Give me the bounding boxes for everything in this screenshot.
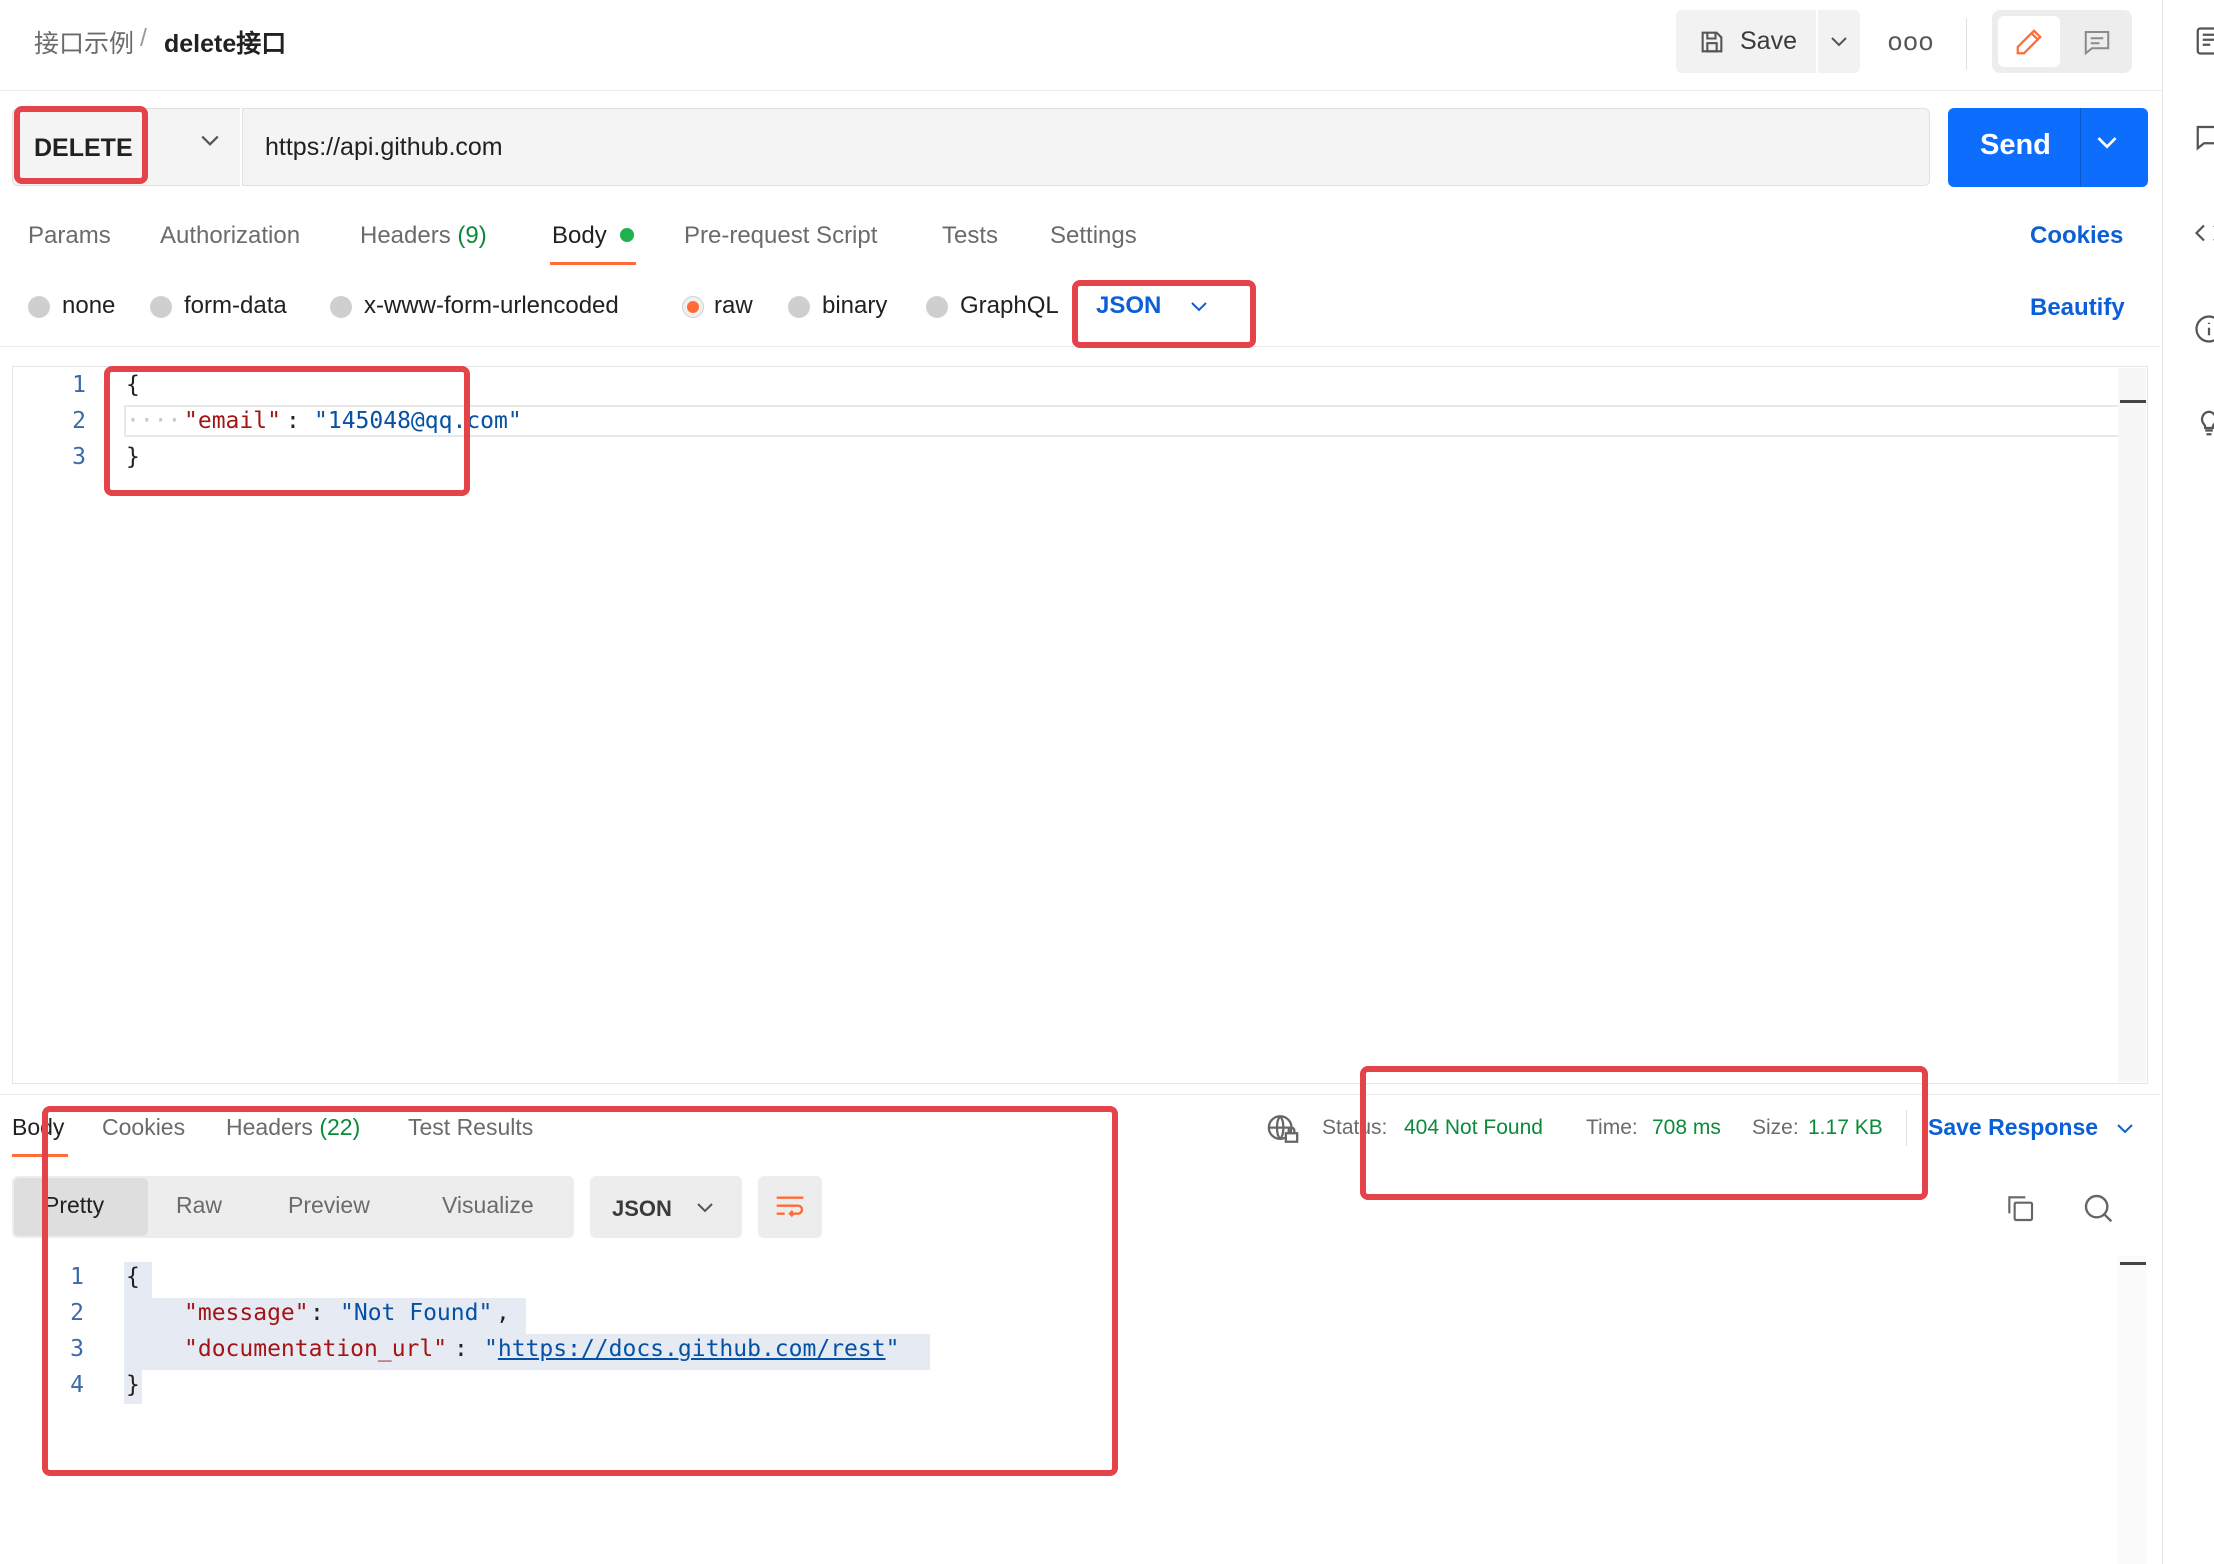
- send-split-divider: [2080, 108, 2081, 187]
- more-actions-button[interactable]: ooo: [1878, 10, 1944, 73]
- annotation-box-json-format: [1072, 280, 1256, 348]
- radio-raw-label[interactable]: raw: [714, 292, 753, 320]
- radio-raw[interactable]: [682, 296, 704, 318]
- send-label: Send: [1980, 129, 2051, 161]
- tab-settings[interactable]: Settings: [1050, 222, 1137, 250]
- cookies-link[interactable]: Cookies: [2030, 222, 2123, 250]
- tab-pre-request-script[interactable]: Pre-request Script: [684, 222, 877, 250]
- annotation-box-response-body: [42, 1106, 1118, 1476]
- breadcrumb-separator: /: [140, 24, 147, 52]
- save-response-label: Save Response: [1928, 1114, 2099, 1140]
- radio-graphql[interactable]: [926, 296, 948, 318]
- save-label: Save: [1740, 27, 1797, 55]
- code-icon[interactable]: [2194, 218, 2214, 248]
- tab-tests[interactable]: Tests: [942, 222, 998, 250]
- radio-binary-label[interactable]: binary: [822, 292, 887, 320]
- comment-mode-button[interactable]: [2066, 16, 2128, 67]
- toolbar-divider: [1966, 18, 1967, 70]
- save-dropdown-button[interactable]: [1818, 10, 1860, 73]
- breadcrumb-parent[interactable]: 接口示例: [34, 24, 134, 60]
- info-icon[interactable]: [2194, 314, 2214, 344]
- chevron-down-icon[interactable]: [2096, 135, 2118, 151]
- body-status-dot: [620, 228, 634, 242]
- edit-mode-button[interactable]: [1998, 16, 2060, 67]
- comment-icon: [2084, 30, 2110, 55]
- tab-params[interactable]: Params: [28, 222, 111, 250]
- tab-headers-count: (9): [457, 222, 487, 249]
- beautify-link[interactable]: Beautify: [2030, 294, 2125, 322]
- globe-lock-icon[interactable]: [1266, 1112, 1300, 1146]
- url-input[interactable]: [242, 108, 1930, 186]
- annotation-box-request-body: [104, 366, 470, 496]
- editor-scrollbar[interactable]: [2118, 368, 2146, 1082]
- line-number: 1: [72, 372, 86, 398]
- tab-body[interactable]: Body: [552, 222, 607, 250]
- line-number: 2: [72, 408, 86, 434]
- radio-urlencoded[interactable]: [330, 296, 352, 318]
- search-icon[interactable]: [2082, 1192, 2114, 1224]
- response-scrollbar[interactable]: [2118, 1256, 2146, 1564]
- chevron-down-icon: [2117, 1124, 2134, 1134]
- chevron-down-icon: [1831, 36, 1847, 46]
- radio-urlencoded-label[interactable]: x-www-form-urlencoded: [364, 292, 619, 320]
- breadcrumb-current[interactable]: delete接口: [164, 24, 286, 60]
- response-scroll-marker: [2120, 1262, 2146, 1265]
- radio-none[interactable]: [28, 296, 50, 318]
- documentation-icon[interactable]: [2194, 26, 2214, 56]
- editor-scroll-marker: [2120, 400, 2146, 403]
- pencil-icon: [2016, 28, 2042, 54]
- line-number: 3: [72, 444, 86, 470]
- annotation-box-method: [14, 106, 148, 184]
- more-icon: ooo: [1887, 26, 1935, 56]
- save-icon: [1701, 31, 1723, 52]
- send-button[interactable]: Send: [1948, 108, 2148, 187]
- annotation-box-status: [1360, 1066, 1928, 1200]
- chevron-down-icon: [201, 135, 219, 146]
- comments-icon[interactable]: [2194, 122, 2214, 152]
- copy-icon[interactable]: [2004, 1192, 2036, 1224]
- active-tab-indicator: [550, 262, 636, 265]
- tab-authorization[interactable]: Authorization: [160, 222, 300, 250]
- radio-binary[interactable]: [788, 296, 810, 318]
- save-button[interactable]: Save: [1676, 10, 1816, 73]
- tab-headers[interactable]: Headers (9): [360, 222, 487, 250]
- lightbulb-icon[interactable]: [2194, 408, 2214, 438]
- tab-headers-label: Headers: [360, 222, 451, 249]
- radio-form-data[interactable]: [150, 296, 172, 318]
- radio-graphql-label[interactable]: GraphQL: [960, 292, 1059, 320]
- radio-none-label[interactable]: none: [62, 292, 115, 320]
- radio-form-data-label[interactable]: form-data: [184, 292, 287, 320]
- save-response-button[interactable]: Save Response: [1928, 1114, 2134, 1141]
